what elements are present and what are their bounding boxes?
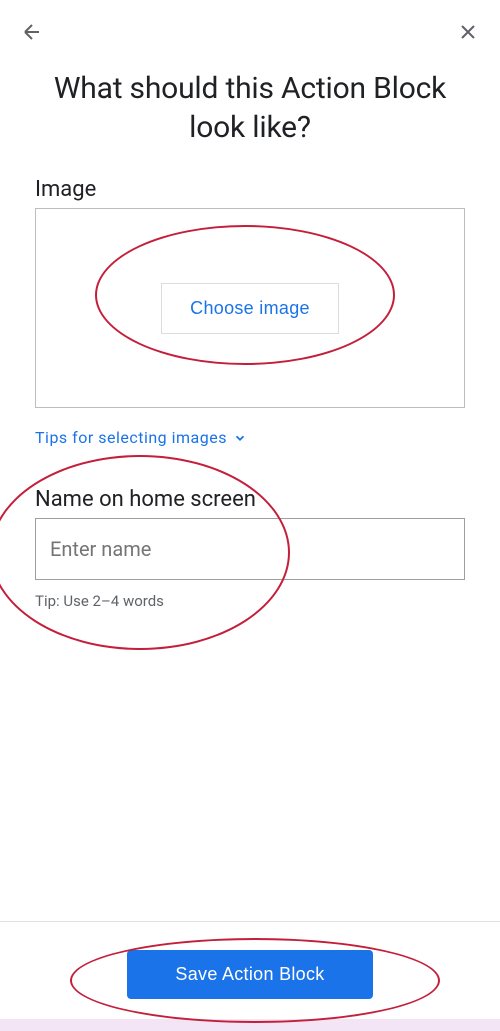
bottom-bar [0, 1019, 500, 1031]
save-action-block-button[interactable]: Save Action Block [127, 950, 372, 999]
name-input[interactable] [35, 518, 465, 580]
image-preview-box: Choose image [35, 208, 465, 408]
name-tip-text: Tip: Use 2–4 words [35, 592, 465, 610]
choose-image-button[interactable]: Choose image [161, 283, 339, 334]
chevron-down-icon [233, 431, 247, 445]
tips-link[interactable]: Tips for selecting images [35, 428, 465, 447]
footer-divider [0, 921, 500, 922]
image-section-label: Image [35, 177, 465, 202]
tips-link-label: Tips for selecting images [35, 428, 227, 447]
close-icon[interactable] [456, 20, 480, 44]
back-arrow-icon[interactable] [20, 20, 44, 44]
page-title: What should this Action Block look like? [0, 54, 500, 177]
name-section-label: Name on home screen [35, 487, 465, 512]
